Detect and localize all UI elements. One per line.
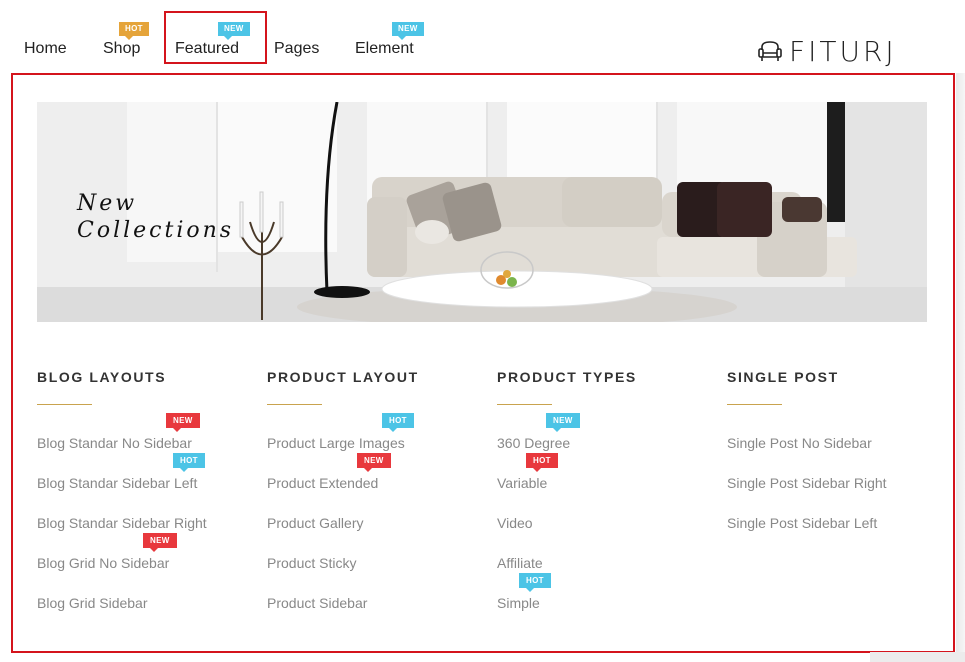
menu-item-label: Product Extended [267,475,379,491]
menu-item[interactable]: Single Post Sidebar Left [727,515,947,555]
featured-highlight-box [164,11,267,64]
menu-item-label: 360 Degree [497,435,571,451]
menu-item[interactable]: Product Gallery [267,515,487,555]
menu-item-label: Video [497,515,533,531]
menu-item-label: Blog Standar Sidebar Right [37,515,207,531]
menu-item[interactable]: Product Sidebar [267,595,487,635]
armchair-icon [758,41,782,61]
menu-item[interactable]: NEW Blog Standar No Sidebar [37,413,257,475]
menu-item[interactable]: NEW Product Extended [267,453,487,515]
menu-item[interactable]: Single Post Sidebar Right [727,475,947,515]
menu-item-label: Single Post Sidebar Left [727,515,878,531]
menu-item[interactable]: Video [497,515,717,555]
featured-mega-menu: New Collections BLOG LAYOUTS NEW Blog St… [11,73,955,653]
hot-badge: HOT [526,453,558,472]
menu-item-label: Variable [497,475,548,491]
menu-item[interactable]: HOT Simple [497,573,717,635]
hot-badge: HOT [382,413,414,432]
menu-column-single-post: SINGLE POST Single Post No Sidebar Singl… [727,369,947,555]
menu-item-label: Blog Grid No Sidebar [37,555,170,571]
page-edge-shadow [956,73,965,662]
menu-item-label: Product Large Images [267,435,405,451]
column-title: PRODUCT LAYOUT [267,369,419,385]
menu-item[interactable]: Blog Grid Sidebar [37,595,257,635]
menu-column-product-layout: PRODUCT LAYOUT HOT Product Large Images … [267,369,487,635]
hot-badge: HOT [173,453,205,472]
new-badge: NEW [166,413,200,432]
new-badge: NEW [546,413,580,432]
menu-item[interactable]: Single Post No Sidebar [727,435,947,475]
title-underline [497,404,552,405]
menu-item-label: Product Sidebar [267,595,368,611]
menu-item-label: Product Sticky [267,555,357,571]
menu-item[interactable]: NEW Blog Grid No Sidebar [37,533,257,595]
menu-item-label: Single Post No Sidebar [727,435,872,451]
nav-element-badge: NEW [392,22,424,40]
logo-text: FITURJ [789,34,897,68]
banner-heading: New Collections [77,190,234,244]
menu-item-label: Affiliate [497,555,543,571]
menu-item[interactable]: HOT Variable [497,453,717,515]
new-badge: NEW [143,533,177,552]
title-underline [37,404,92,405]
menu-column-product-types: PRODUCT TYPES NEW 360 Degree HOT Variabl… [497,369,717,635]
nav-shop-badge: HOT [119,22,149,40]
menu-item-label: Blog Standar No Sidebar [37,435,192,451]
menu-item-label: Product Gallery [267,515,364,531]
page-edge-shadow-bottom [870,652,965,662]
new-badge: NEW [357,453,391,472]
column-title: BLOG LAYOUTS [37,369,167,385]
column-title: PRODUCT TYPES [497,369,637,385]
banner-line-1: New [77,191,138,216]
hot-badge: HOT [519,573,551,592]
title-underline [267,404,322,405]
nav-shop[interactable]: Shop [103,40,140,58]
menu-column-blog-layouts: BLOG LAYOUTS NEW Blog Standar No Sidebar… [37,369,257,635]
title-underline [727,404,782,405]
nav-element[interactable]: Element [355,40,414,58]
collections-banner[interactable]: New Collections [37,102,927,322]
menu-item-label: Single Post Sidebar Right [727,475,887,491]
site-logo[interactable]: FITURJ [757,34,897,68]
menu-item-label: Blog Standar Sidebar Left [37,475,198,491]
column-title: SINGLE POST [727,369,839,385]
nav-pages[interactable]: Pages [274,40,319,58]
nav-home[interactable]: Home [24,40,67,58]
banner-line-2: Collections [77,218,235,243]
menu-item[interactable]: HOT Blog Standar Sidebar Left [37,453,257,515]
menu-item-label: Simple [497,595,540,611]
menu-item[interactable]: Product Sticky [267,555,487,595]
menu-item-label: Blog Grid Sidebar [37,595,148,611]
